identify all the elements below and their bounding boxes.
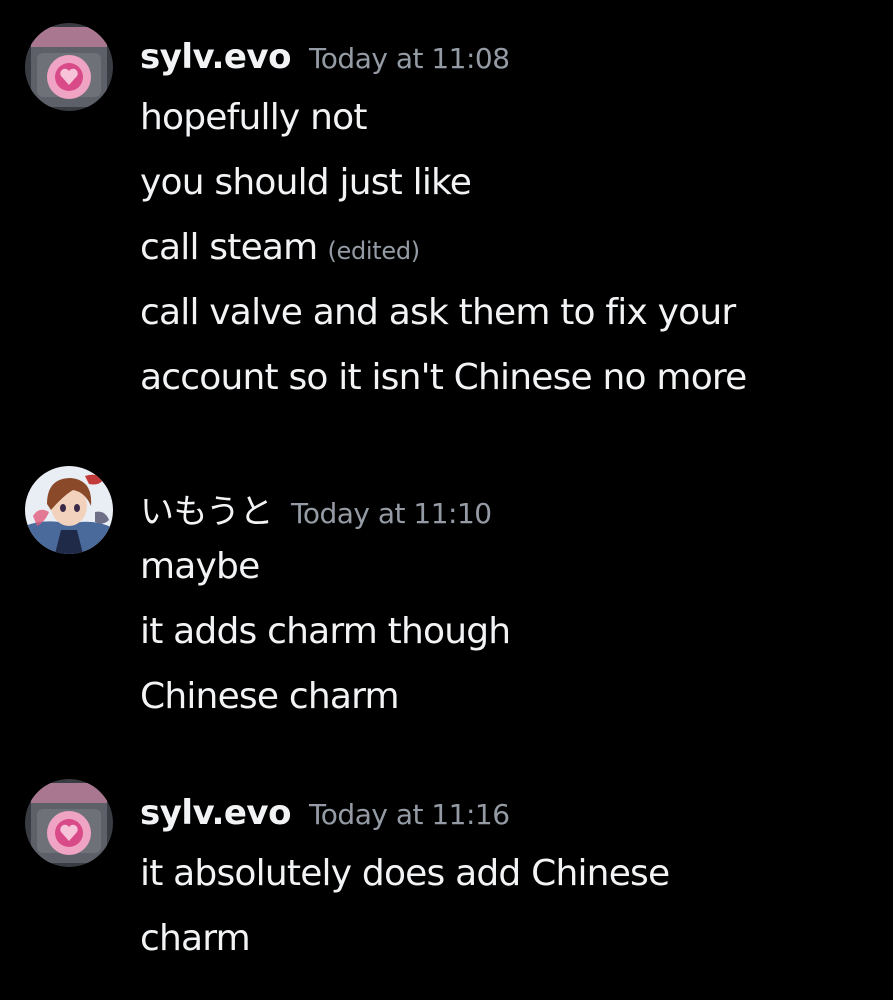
- avatar[interactable]: [25, 23, 113, 111]
- avatar[interactable]: [25, 779, 113, 867]
- message-text: maybe: [140, 546, 260, 587]
- message-line[interactable]: maybe: [140, 534, 873, 599]
- message-line[interactable]: call valve and ask them to fix your: [140, 280, 873, 345]
- message-line[interactable]: you should just like: [140, 150, 873, 215]
- avatar[interactable]: [25, 466, 113, 554]
- message-line[interactable]: call steam (edited): [140, 215, 873, 280]
- message-line[interactable]: it absolutely does add Chinese: [140, 841, 873, 906]
- message-lines: maybe it adds charm though Chinese charm: [140, 534, 873, 729]
- username[interactable]: sylv.evo: [140, 793, 291, 833]
- message-lines: hopefully not you should just like call …: [140, 85, 873, 410]
- edited-label: (edited): [327, 237, 420, 265]
- message-text: charm: [140, 918, 251, 959]
- message-text: Chinese charm: [140, 676, 400, 717]
- message-line[interactable]: it adds charm though: [140, 599, 873, 664]
- timestamp[interactable]: Today at 11:10: [291, 497, 492, 530]
- message-text: call steam: [140, 227, 318, 268]
- message-text: hopefully not: [140, 97, 367, 138]
- message-header: いもうと Today at 11:10: [140, 484, 492, 532]
- message-text: it absolutely does add Chinese: [140, 853, 670, 894]
- message-line[interactable]: Chinese charm: [140, 664, 873, 729]
- username[interactable]: sylv.evo: [140, 37, 291, 77]
- message-line[interactable]: charm: [140, 906, 873, 971]
- pink-cube-avatar-icon: [25, 779, 113, 867]
- message-text: you should just like: [140, 162, 472, 203]
- message-line[interactable]: account so it isn't Chinese no more: [140, 345, 873, 410]
- timestamp[interactable]: Today at 11:16: [309, 798, 510, 831]
- pink-cube-avatar-icon: [25, 23, 113, 111]
- message-text: it adds charm though: [140, 611, 511, 652]
- username[interactable]: いもうと: [140, 484, 273, 533]
- message-lines: it absolutely does add Chinese charm: [140, 841, 873, 971]
- message-text: call valve and ask them to fix your: [140, 292, 736, 333]
- message-header: sylv.evo Today at 11:16: [140, 793, 510, 841]
- timestamp[interactable]: Today at 11:08: [309, 42, 510, 75]
- message-header: sylv.evo Today at 11:08: [140, 37, 510, 85]
- message-text: account so it isn't Chinese no more: [140, 357, 747, 398]
- message-line[interactable]: hopefully not: [140, 85, 873, 150]
- anime-character-avatar-icon: [25, 466, 113, 554]
